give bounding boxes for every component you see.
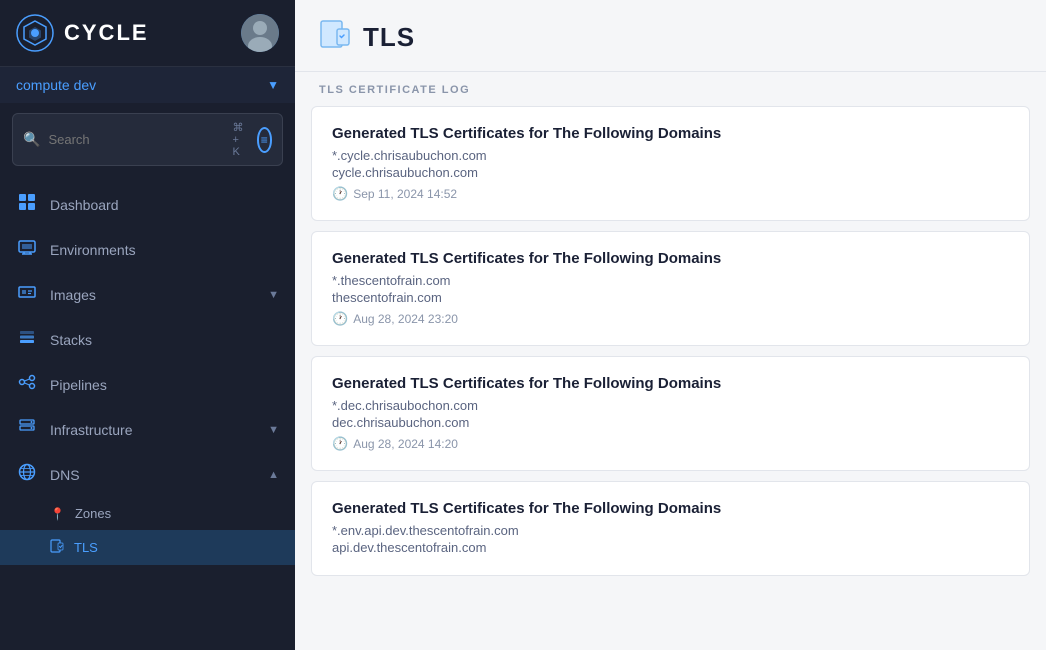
log-title-1: Generated TLS Certificates for The Follo…	[332, 125, 1009, 142]
log-title-4: Generated TLS Certificates for The Follo…	[332, 500, 1009, 517]
log-title-2: Generated TLS Certificates for The Follo…	[332, 250, 1009, 267]
sidebar-logo: CYCLE	[16, 14, 149, 52]
images-chevron-icon: ▼	[268, 289, 279, 301]
log-time-3: Aug 28, 2024 14:20	[353, 437, 458, 451]
infrastructure-label: Infrastructure	[50, 422, 132, 438]
log-timestamp-2: 🕐 Aug 28, 2024 23:20	[332, 311, 1009, 327]
log-domain-1-1: cycle.chrisaubuchon.com	[332, 165, 1009, 180]
log-domain-4-1: api.dev.thescentofrain.com	[332, 540, 1009, 555]
dns-chevron-icon: ▲	[268, 469, 279, 481]
zones-label: Zones	[75, 506, 111, 521]
images-icon	[16, 282, 38, 307]
clock-icon-3: 🕐	[332, 436, 348, 452]
environments-icon	[16, 237, 38, 262]
list-view-button[interactable]: ≡	[257, 127, 272, 153]
log-container: Generated TLS Certificates for The Follo…	[295, 106, 1046, 650]
log-domain-4-0: *.env.api.dev.thescentofrain.com	[332, 523, 1009, 538]
infrastructure-chevron-icon: ▼	[268, 424, 279, 436]
sidebar-item-dns[interactable]: DNS ▲	[0, 452, 295, 497]
pipelines-icon	[16, 372, 38, 397]
log-domain-1-0: *.cycle.chrisaubuchon.com	[332, 148, 1009, 163]
dns-icon	[16, 462, 38, 487]
clock-icon-1: 🕐	[332, 186, 348, 202]
stacks-icon	[16, 327, 38, 352]
log-domain-3-0: *.dec.chrisaubochon.com	[332, 398, 1009, 413]
log-entry-3: Generated TLS Certificates for The Follo…	[311, 356, 1030, 471]
sidebar-item-zones[interactable]: 📍 Zones	[0, 497, 295, 530]
log-time-2: Aug 28, 2024 23:20	[353, 312, 458, 326]
sidebar-item-infrastructure[interactable]: Infrastructure ▼	[0, 407, 295, 452]
log-entry-4: Generated TLS Certificates for The Follo…	[311, 481, 1030, 576]
log-timestamp-1: 🕐 Sep 11, 2024 14:52	[332, 186, 1009, 202]
environments-label: Environments	[50, 242, 136, 258]
workspace-name: compute dev	[16, 77, 96, 93]
search-bar[interactable]: 🔍 ⌘ + K ≡	[12, 113, 283, 166]
search-icon: 🔍	[23, 131, 40, 148]
dashboard-label: Dashboard	[50, 197, 119, 213]
user-avatar[interactable]	[241, 14, 279, 52]
log-title-3: Generated TLS Certificates for The Follo…	[332, 375, 1009, 392]
images-label: Images	[50, 287, 96, 303]
sidebar-item-dashboard[interactable]: Dashboard	[0, 182, 295, 227]
log-timestamp-3: 🕐 Aug 28, 2024 14:20	[332, 436, 1009, 452]
log-domain-2-1: thescentofrain.com	[332, 290, 1009, 305]
tls-nav-label: TLS	[74, 540, 98, 555]
pipelines-label: Pipelines	[50, 377, 107, 393]
clock-icon-2: 🕐	[332, 311, 348, 327]
workspace-selector[interactable]: compute dev ▼	[0, 67, 295, 103]
workspace-chevron-icon: ▼	[267, 78, 279, 92]
main-content: TLS TLS CERTIFICATE LOG Generated TLS Ce…	[295, 0, 1046, 650]
dns-label: DNS	[50, 467, 80, 483]
cycle-logo-icon	[16, 14, 54, 52]
nav-items: Dashboard Environments	[0, 176, 295, 650]
dashboard-icon	[16, 192, 38, 217]
app-name: CYCLE	[64, 20, 149, 46]
page-header-icon	[319, 18, 351, 57]
page-title: TLS	[363, 22, 415, 53]
log-entry-2: Generated TLS Certificates for The Follo…	[311, 231, 1030, 346]
log-entry-1: Generated TLS Certificates for The Follo…	[311, 106, 1030, 221]
infrastructure-icon	[16, 417, 38, 442]
tls-nav-icon	[50, 539, 64, 556]
sidebar-item-environments[interactable]: Environments	[0, 227, 295, 272]
log-domain-2-0: *.thescentofrain.com	[332, 273, 1009, 288]
zones-icon: 📍	[50, 507, 65, 521]
page-header: TLS	[295, 0, 1046, 72]
section-label: TLS CERTIFICATE LOG	[295, 72, 1046, 106]
sidebar-item-tls[interactable]: TLS	[0, 530, 295, 565]
sidebar-item-images[interactable]: Images ▼	[0, 272, 295, 317]
search-shortcut: ⌘ + K	[232, 121, 248, 158]
sidebar-item-pipelines[interactable]: Pipelines	[0, 362, 295, 407]
search-input[interactable]	[48, 132, 224, 147]
stacks-label: Stacks	[50, 332, 92, 348]
sidebar-item-stacks[interactable]: Stacks	[0, 317, 295, 362]
log-time-1: Sep 11, 2024 14:52	[353, 187, 457, 201]
log-domain-3-1: dec.chrisaubuchon.com	[332, 415, 1009, 430]
sidebar-header: CYCLE	[0, 0, 295, 67]
sidebar: CYCLE compute dev ▼ 🔍 ⌘ + K ≡	[0, 0, 295, 650]
